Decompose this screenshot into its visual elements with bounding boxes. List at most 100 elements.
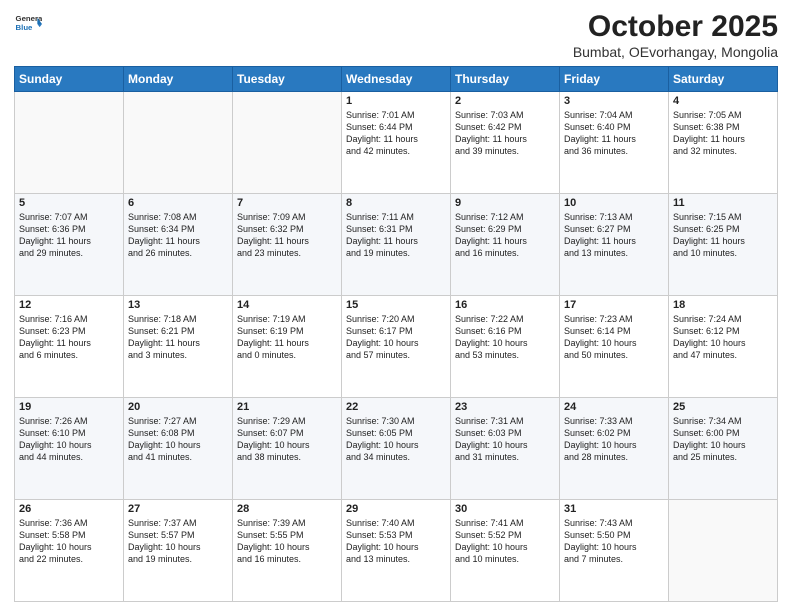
day-number: 19: [19, 401, 119, 413]
page: General Blue October 2025 Bumbat, OEvorh…: [0, 0, 792, 612]
table-row: 4 Sunrise: 7:05 AM Sunset: 6:38 PM Daylig…: [669, 92, 778, 194]
generalblue-logo-icon: General Blue: [14, 10, 42, 38]
day-number: 20: [128, 401, 228, 413]
calendar-table: Sunday Monday Tuesday Wednesday Thursday…: [14, 66, 778, 602]
day-info: Sunrise: 7:26 AM Sunset: 6:10 PM Dayligh…: [19, 415, 119, 464]
table-row: 6 Sunrise: 7:08 AM Sunset: 6:34 PM Daylig…: [124, 194, 233, 296]
header: General Blue October 2025 Bumbat, OEvorh…: [14, 10, 778, 60]
day-number: 9: [455, 197, 555, 209]
day-number: 24: [564, 401, 664, 413]
day-info: Sunrise: 7:08 AM Sunset: 6:34 PM Dayligh…: [128, 211, 228, 260]
day-number: 8: [346, 197, 446, 209]
calendar-title: October 2025: [573, 10, 778, 44]
header-monday: Monday: [124, 67, 233, 92]
table-row: 22 Sunrise: 7:30 AM Sunset: 6:05 PM Dayli…: [342, 398, 451, 500]
calendar-week-row: 12 Sunrise: 7:16 AM Sunset: 6:23 PM Dayli…: [15, 296, 778, 398]
table-row: 8 Sunrise: 7:11 AM Sunset: 6:31 PM Daylig…: [342, 194, 451, 296]
day-number: 15: [346, 299, 446, 311]
day-number: 30: [455, 503, 555, 515]
table-row: 3Sunrise: 7:04 AM Sunset: 6:40 PM Daylig…: [560, 92, 669, 194]
table-row: 26Sunrise: 7:36 AM Sunset: 5:58 PM Dayli…: [15, 500, 124, 602]
table-row: 15 Sunrise: 7:20 AM Sunset: 6:17 PM Dayli…: [342, 296, 451, 398]
header-saturday: Saturday: [669, 67, 778, 92]
calendar-week-row: 19 Sunrise: 7:26 AM Sunset: 6:10 PM Dayli…: [15, 398, 778, 500]
day-info: Sunrise: 7:33 AM Sunset: 6:02 PM Dayligh…: [564, 415, 664, 464]
table-row: 11 Sunrise: 7:15 AM Sunset: 6:25 PM Dayli…: [669, 194, 778, 296]
day-info: Sunrise: 7:11 AM Sunset: 6:31 PM Dayligh…: [346, 211, 446, 260]
header-thursday: Thursday: [451, 67, 560, 92]
day-number: 21: [237, 401, 337, 413]
day-info: Sunrise: 7:27 AM Sunset: 6:08 PM Dayligh…: [128, 415, 228, 464]
day-info: Sunrise: 7:40 AM Sunset: 5:53 PM Dayligh…: [346, 517, 446, 566]
logo: General Blue: [14, 10, 42, 38]
day-info: Sunrise: 7:23 AM Sunset: 6:14 PM Dayligh…: [564, 313, 664, 362]
day-info: Sunrise: 7:01 AM Sunset: 6:44 PM Dayligh…: [346, 109, 446, 158]
day-info: Sunrise: 7:16 AM Sunset: 6:23 PM Dayligh…: [19, 313, 119, 362]
day-number: 5: [19, 197, 119, 209]
table-row: 20 Sunrise: 7:27 AM Sunset: 6:08 PM Dayli…: [124, 398, 233, 500]
day-info: Sunrise: 7:04 AM Sunset: 6:40 PM Dayligh…: [564, 109, 664, 158]
day-info: Sunrise: 7:18 AM Sunset: 6:21 PM Dayligh…: [128, 313, 228, 362]
table-row: 31Sunrise: 7:43 AM Sunset: 5:50 PM Dayli…: [560, 500, 669, 602]
day-info: Sunrise: 7:05 AM Sunset: 6:38 PM Dayligh…: [673, 109, 773, 158]
day-info: Sunrise: 7:07 AM Sunset: 6:36 PM Dayligh…: [19, 211, 119, 260]
table-row: 5 Sunrise: 7:07 AM Sunset: 6:36 PM Daylig…: [15, 194, 124, 296]
table-row: 25 Sunrise: 7:34 AM Sunset: 6:00 PM Dayli…: [669, 398, 778, 500]
table-row: 2Sunrise: 7:03 AM Sunset: 6:42 PM Daylig…: [451, 92, 560, 194]
header-tuesday: Tuesday: [233, 67, 342, 92]
day-info: Sunrise: 7:31 AM Sunset: 6:03 PM Dayligh…: [455, 415, 555, 464]
table-row: 19 Sunrise: 7:26 AM Sunset: 6:10 PM Dayli…: [15, 398, 124, 500]
day-info: Sunrise: 7:19 AM Sunset: 6:19 PM Dayligh…: [237, 313, 337, 362]
day-info: Sunrise: 7:37 AM Sunset: 5:57 PM Dayligh…: [128, 517, 228, 566]
day-number: 1: [346, 95, 446, 107]
day-number: 6: [128, 197, 228, 209]
table-row: 7Sunrise: 7:09 AM Sunset: 6:32 PM Daylig…: [233, 194, 342, 296]
table-row: 24 Sunrise: 7:33 AM Sunset: 6:02 PM Dayli…: [560, 398, 669, 500]
day-number: 17: [564, 299, 664, 311]
day-number: 22: [346, 401, 446, 413]
day-info: Sunrise: 7:34 AM Sunset: 6:00 PM Dayligh…: [673, 415, 773, 464]
table-row: [233, 92, 342, 194]
day-number: 27: [128, 503, 228, 515]
table-row: [15, 92, 124, 194]
day-info: Sunrise: 7:15 AM Sunset: 6:25 PM Dayligh…: [673, 211, 773, 260]
day-info: Sunrise: 7:13 AM Sunset: 6:27 PM Dayligh…: [564, 211, 664, 260]
day-number: 14: [237, 299, 337, 311]
table-row: 17 Sunrise: 7:23 AM Sunset: 6:14 PM Dayli…: [560, 296, 669, 398]
calendar-week-row: 5 Sunrise: 7:07 AM Sunset: 6:36 PM Daylig…: [15, 194, 778, 296]
table-row: 30 Sunrise: 7:41 AM Sunset: 5:52 PM Dayli…: [451, 500, 560, 602]
day-number: 25: [673, 401, 773, 413]
day-number: 26: [19, 503, 119, 515]
svg-text:Blue: Blue: [16, 23, 34, 32]
calendar-subtitle: Bumbat, OEvorhangay, Mongolia: [573, 44, 778, 60]
day-number: 10: [564, 197, 664, 209]
day-info: Sunrise: 7:41 AM Sunset: 5:52 PM Dayligh…: [455, 517, 555, 566]
day-number: 23: [455, 401, 555, 413]
table-row: 9 Sunrise: 7:12 AM Sunset: 6:29 PM Daylig…: [451, 194, 560, 296]
day-number: 16: [455, 299, 555, 311]
table-row: 29Sunrise: 7:40 AM Sunset: 5:53 PM Dayli…: [342, 500, 451, 602]
day-number: 4: [673, 95, 773, 107]
day-info: Sunrise: 7:20 AM Sunset: 6:17 PM Dayligh…: [346, 313, 446, 362]
day-info: Sunrise: 7:22 AM Sunset: 6:16 PM Dayligh…: [455, 313, 555, 362]
table-row: [124, 92, 233, 194]
table-row: 14 Sunrise: 7:19 AM Sunset: 6:19 PM Dayli…: [233, 296, 342, 398]
table-row: 23 Sunrise: 7:31 AM Sunset: 6:03 PM Dayli…: [451, 398, 560, 500]
header-sunday: Sunday: [15, 67, 124, 92]
table-row: 12 Sunrise: 7:16 AM Sunset: 6:23 PM Dayli…: [15, 296, 124, 398]
day-number: 12: [19, 299, 119, 311]
day-number: 13: [128, 299, 228, 311]
title-block: October 2025 Bumbat, OEvorhangay, Mongol…: [573, 10, 778, 60]
table-row: [669, 500, 778, 602]
day-number: 11: [673, 197, 773, 209]
day-info: Sunrise: 7:12 AM Sunset: 6:29 PM Dayligh…: [455, 211, 555, 260]
table-row: 21Sunrise: 7:29 AM Sunset: 6:07 PM Dayli…: [233, 398, 342, 500]
header-friday: Friday: [560, 67, 669, 92]
day-number: 7: [237, 197, 337, 209]
day-info: Sunrise: 7:30 AM Sunset: 6:05 PM Dayligh…: [346, 415, 446, 464]
day-info: Sunrise: 7:03 AM Sunset: 6:42 PM Dayligh…: [455, 109, 555, 158]
table-row: 28Sunrise: 7:39 AM Sunset: 5:55 PM Dayli…: [233, 500, 342, 602]
day-number: 28: [237, 503, 337, 515]
calendar-week-row: 26Sunrise: 7:36 AM Sunset: 5:58 PM Dayli…: [15, 500, 778, 602]
day-header-row: Sunday Monday Tuesday Wednesday Thursday…: [15, 67, 778, 92]
